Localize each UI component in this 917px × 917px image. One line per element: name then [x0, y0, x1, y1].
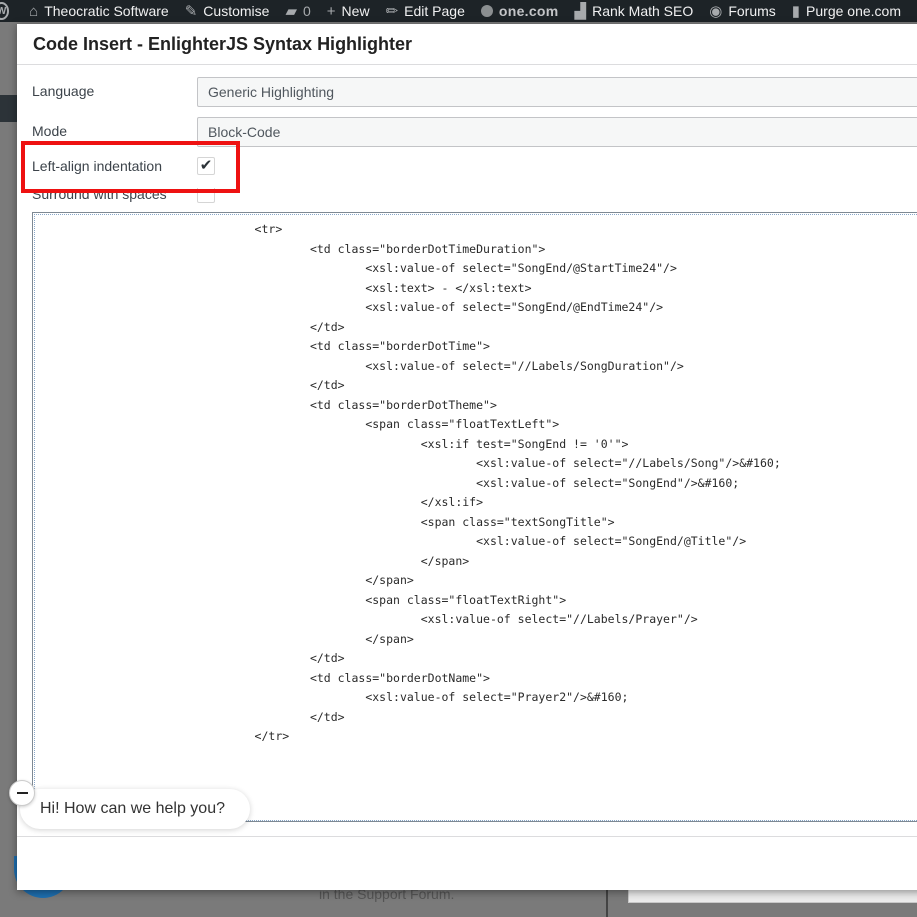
forums-icon: ◉	[709, 2, 723, 20]
onecom-icon	[480, 5, 493, 17]
adminbar-new-label: New	[341, 3, 370, 19]
code-line: <xsl:text> - </xsl:text>	[33, 280, 532, 295]
code-content: <tr> <td class="borderDotTimeDuration"> …	[33, 220, 781, 747]
annotation-highlight	[21, 141, 240, 193]
rankmath-icon: ▟	[574, 2, 587, 20]
code-line: <td class="borderDotTime">	[33, 339, 490, 353]
code-line: <xsl:value-of select="SongEnd/@EndTime24…	[33, 300, 664, 314]
wordpress-logo-icon[interactable]: W	[0, 2, 10, 20]
adminbar-onecom[interactable]: one.com	[480, 3, 559, 19]
brush-icon: ✎	[184, 2, 198, 20]
adminbar-rank-math[interactable]: ▟ Rank Math SEO	[575, 3, 694, 19]
adminbar-comments-count: 0	[302, 3, 311, 19]
mode-select[interactable]: Block-Code	[197, 117, 917, 147]
code-textarea[interactable]: <tr> <td class="borderDotTimeDuration"> …	[32, 212, 917, 822]
code-line: <xsl:value-of select="//Labels/SongDurat…	[33, 358, 684, 373]
adminbar-customise[interactable]: ✎ Customise	[185, 3, 270, 19]
code-line: <xsl:value-of select="SongEnd/@Title"/>	[33, 534, 747, 548]
code-line: <xsl:value-of select="SongEnd/@StartTime…	[33, 261, 677, 275]
code-line: <xsl:value-of select="SongEnd"/>&#160;	[33, 475, 740, 490]
chat-close-button[interactable]	[9, 780, 35, 806]
code-line: <td class="borderDotTheme">	[33, 397, 497, 412]
code-line: <td class="borderDotTimeDuration">	[33, 241, 546, 256]
pencil-icon: ✏	[385, 2, 399, 20]
wp-admin-bar: W ⌂ Theocratic Software ✎ Customise ▰ 0 …	[0, 0, 917, 22]
title-divider	[17, 64, 917, 65]
language-label: Language	[32, 83, 95, 99]
code-line: </xsl:if>	[33, 495, 484, 509]
background-panel	[628, 890, 917, 903]
chat-greeting-bubble[interactable]: Hi! How can we help you?	[20, 789, 250, 829]
adminbar-rank-math-label: Rank Math SEO	[592, 3, 694, 19]
code-line: </td>	[33, 319, 345, 334]
code-line: </tr>	[33, 729, 290, 743]
code-line: <xsl:value-of select="//Labels/Song"/>&#…	[33, 456, 781, 470]
plus-icon: +	[326, 2, 336, 20]
mode-label: Mode	[32, 123, 68, 139]
code-line: <span class="floatTextLeft">	[33, 417, 560, 431]
adminbar-forums-label: Forums	[728, 3, 776, 19]
code-line: <span class="textSongTitle">	[33, 514, 615, 529]
code-line: <xsl:value-of select="Prayer2"/>&#160;	[33, 690, 629, 704]
home-icon: ⌂	[29, 2, 39, 20]
code-line: </span>	[33, 573, 414, 587]
adminbar-edit-page-label: Edit Page	[404, 3, 465, 19]
adminbar-purge[interactable]: ▮ Purge one.com	[792, 3, 901, 19]
code-line: </td>	[33, 651, 345, 665]
background-admin-menu	[0, 95, 17, 122]
code-line: <span class="floatTextRight">	[33, 592, 567, 607]
adminbar-site-label: Theocratic Software	[44, 3, 169, 19]
adminbar-forums[interactable]: ◉ Forums	[709, 3, 776, 19]
code-line: </span>	[33, 553, 470, 568]
comment-icon: ▰	[285, 2, 297, 20]
code-line: <td class="borderDotName">	[33, 670, 490, 685]
footer-divider	[17, 836, 917, 837]
trash-icon: ▮	[791, 2, 801, 20]
adminbar-onecom-label: one.com	[498, 3, 559, 19]
code-line: </span>	[33, 631, 414, 646]
code-line: <xsl:value-of select="//Labels/Prayer"/>	[33, 612, 698, 626]
background-divider	[606, 890, 608, 917]
code-line: </td>	[33, 378, 345, 392]
code-line: <tr>	[33, 222, 283, 236]
adminbar-site-name[interactable]: ⌂ Theocratic Software	[29, 3, 169, 19]
language-select[interactable]: Generic Highlighting	[197, 77, 917, 107]
adminbar-purge-label: Purge one.com	[806, 3, 901, 19]
minus-icon	[16, 792, 28, 794]
adminbar-edit-page[interactable]: ✏ Edit Page	[386, 3, 465, 19]
adminbar-new[interactable]: + New	[327, 3, 370, 19]
dialog-title: Code Insert - EnlighterJS Syntax Highlig…	[33, 34, 413, 54]
adminbar-comments[interactable]: ▰ 0	[285, 3, 310, 19]
code-line: </td>	[33, 709, 345, 724]
code-line: <xsl:if test="SongEnd != '0'">	[33, 436, 629, 451]
adminbar-customise-label: Customise	[203, 3, 270, 19]
